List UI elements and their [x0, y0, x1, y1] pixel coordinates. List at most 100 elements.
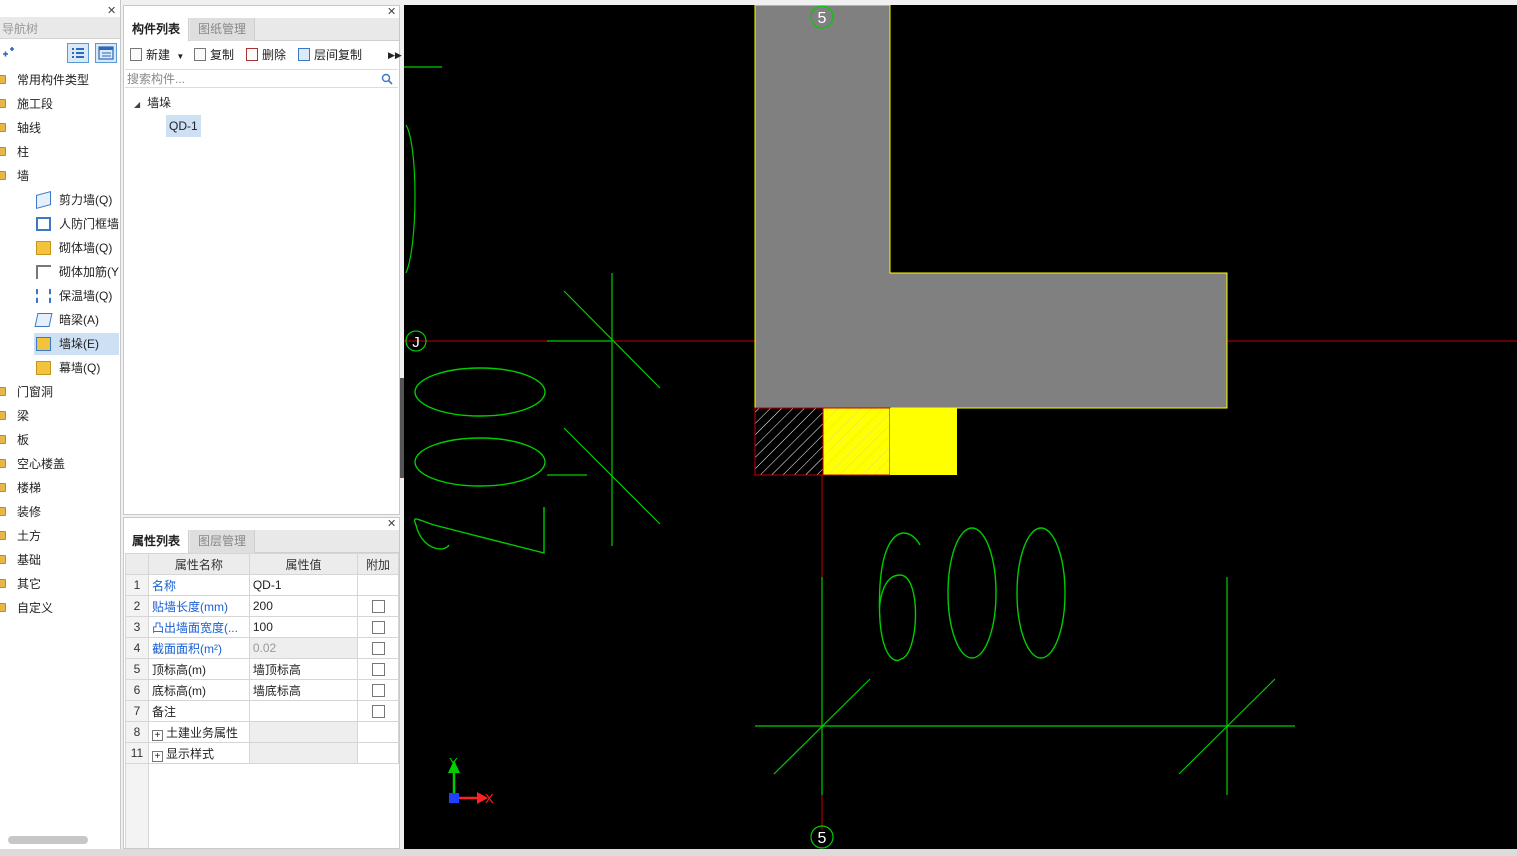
- nav-subitem[interactable]: 暗梁(A): [0, 309, 120, 331]
- row-number: 11: [125, 742, 149, 764]
- property-extra: [357, 574, 399, 596]
- property-value[interactable]: 墙底标高: [248, 679, 359, 701]
- tab-property-list[interactable]: 属性列表: [124, 530, 190, 553]
- folder-icon: [0, 435, 6, 444]
- nav-item[interactable]: 门窗洞: [0, 381, 120, 403]
- nav-subitem-label: 砌体加筋(Y: [59, 265, 120, 279]
- property-panel-close-icon[interactable]: ✕: [387, 519, 396, 530]
- expand-plus-icon[interactable]: +: [151, 729, 163, 741]
- property-value[interactable]: 200: [248, 595, 359, 617]
- extra-checkbox[interactable]: [371, 684, 385, 698]
- detail-view-button[interactable]: [95, 43, 117, 63]
- pier-hatched-yellow[interactable]: [822, 407, 891, 476]
- extra-checkbox[interactable]: [371, 621, 385, 635]
- component-panel-close-icon[interactable]: ✕: [387, 7, 396, 18]
- nav-item[interactable]: 自定义: [0, 597, 120, 619]
- filler-space: [148, 764, 398, 848]
- expand-plus-icon[interactable]: +: [151, 750, 163, 762]
- nav-item[interactable]: 装修: [0, 501, 120, 523]
- search-icon[interactable]: [381, 73, 393, 85]
- pier-hatched-white[interactable]: [754, 407, 824, 476]
- component-list-panel: ✕ 构件列表 图纸管理 新建 ▼ 复制 删除 层间复制 ▶▶ ◢ 墙垛 QD-1: [123, 5, 402, 515]
- tab-drawing-management[interactable]: 图纸管理: [190, 18, 256, 41]
- wall-pier-icon: [36, 337, 51, 351]
- folder-icon: [0, 579, 6, 588]
- nav-item[interactable]: 梁: [0, 405, 120, 427]
- nav-item-label: 装修: [17, 505, 42, 519]
- nav-item[interactable]: 楼梯: [0, 477, 120, 499]
- drawing-canvas[interactable]: 5 5 J Y X: [404, 5, 1517, 849]
- row-number: 7: [125, 700, 149, 722]
- floor-copy-icon: [298, 48, 310, 61]
- property-value[interactable]: [248, 700, 359, 722]
- property-value[interactable]: 100: [248, 616, 359, 638]
- nav-item-label: 其它: [17, 577, 42, 591]
- nav-horizontal-scrollbar[interactable]: [8, 836, 88, 844]
- nav-subitem[interactable]: 砌体墙(Q): [0, 237, 120, 259]
- extra-checkbox[interactable]: [371, 600, 385, 614]
- property-row[interactable]: 5 顶标高(m) 墙顶标高: [125, 658, 399, 680]
- nav-item[interactable]: 其它: [0, 573, 120, 595]
- nav-subitem[interactable]: 保温墙(Q): [0, 285, 120, 307]
- copy-label: 复制: [210, 48, 235, 62]
- property-value[interactable]: QD-1: [248, 574, 359, 596]
- delete-label: 删除: [262, 48, 287, 62]
- hidden-beam-icon: [34, 313, 53, 327]
- extra-checkbox[interactable]: [371, 705, 385, 719]
- property-row[interactable]: 1 名称 QD-1: [125, 574, 399, 596]
- expand-all-icon[interactable]: [2, 46, 16, 58]
- collapse-triangle-icon[interactable]: ◢: [134, 100, 140, 109]
- property-row[interactable]: 7 备注: [125, 700, 399, 722]
- nav-item[interactable]: 土方: [0, 525, 120, 547]
- extra-checkbox[interactable]: [371, 663, 385, 677]
- nav-item[interactable]: 基础: [0, 549, 120, 571]
- nav-item[interactable]: 柱: [0, 141, 120, 163]
- nav-item-label: 楼梯: [17, 481, 42, 495]
- nav-item[interactable]: 常用构件类型: [0, 69, 120, 91]
- tab-component-list[interactable]: 构件列表: [124, 18, 190, 41]
- component-search-input[interactable]: [127, 71, 372, 87]
- filler-cell: [125, 763, 149, 848]
- property-extra: [357, 742, 399, 764]
- folder-icon: [0, 459, 6, 468]
- axis-label-left: J: [412, 334, 420, 351]
- floor-copy-button[interactable]: 层间复制: [298, 46, 362, 64]
- component-group[interactable]: ◢ 墙垛: [134, 94, 171, 112]
- property-row[interactable]: 2 贴墙长度(mm) 200: [125, 595, 399, 617]
- nav-close-icon[interactable]: ✕: [107, 6, 116, 17]
- nav-item-label: 轴线: [17, 121, 42, 135]
- nav-subitem[interactable]: 剪力墙(Q): [0, 189, 120, 211]
- property-row[interactable]: 8 + 土建业务属性: [125, 721, 399, 743]
- nav-subitem[interactable]: 幕墙(Q): [0, 357, 120, 379]
- wall-shape[interactable]: [754, 5, 1228, 409]
- nav-subitem-label: 保温墙(Q): [59, 289, 113, 303]
- property-row[interactable]: 4 截面面积(m²) 0.02: [125, 637, 399, 659]
- nav-item[interactable]: 轴线: [0, 117, 120, 139]
- property-table: 属性名称 属性值 附加 1 名称 QD-1 2 贴墙长度(mm) 200 3 凸出墙面宽度(.…: [125, 553, 399, 848]
- property-name: 截面面积(m²): [147, 637, 250, 659]
- nav-item[interactable]: 墙: [0, 165, 120, 187]
- nav-subitem[interactable]: 人防门框墙: [0, 213, 120, 235]
- property-row[interactable]: 6 底标高(m) 墙底标高: [125, 679, 399, 701]
- component-search: [125, 69, 398, 88]
- component-item-qd1[interactable]: QD-1: [166, 115, 201, 137]
- tree-view-button[interactable]: [67, 43, 89, 63]
- property-row[interactable]: 11 + 显示样式: [125, 742, 399, 764]
- property-name-text: 截面面积(m²): [151, 641, 222, 656]
- pier-solid-yellow[interactable]: [890, 408, 957, 475]
- new-button[interactable]: 新建 ▼: [130, 46, 184, 64]
- nav-subitem[interactable]: 墙垛(E): [34, 333, 119, 355]
- property-value[interactable]: 墙顶标高: [248, 658, 359, 680]
- nav-subitem[interactable]: 砌体加筋(Y: [0, 261, 120, 283]
- tab-layer-management[interactable]: 图层管理: [190, 530, 256, 553]
- copy-button[interactable]: 复制: [194, 46, 234, 64]
- nav-item[interactable]: 板: [0, 429, 120, 451]
- dropdown-arrow-icon[interactable]: ▼: [176, 52, 184, 61]
- nav-item[interactable]: 施工段: [0, 93, 120, 115]
- toolbar-overflow-icon[interactable]: ▶▶: [388, 46, 402, 64]
- property-extra: [357, 637, 399, 659]
- property-row[interactable]: 3 凸出墙面宽度(... 100: [125, 616, 399, 638]
- nav-item[interactable]: 空心楼盖: [0, 453, 120, 475]
- extra-checkbox[interactable]: [371, 642, 385, 656]
- delete-button[interactable]: 删除: [246, 46, 286, 64]
